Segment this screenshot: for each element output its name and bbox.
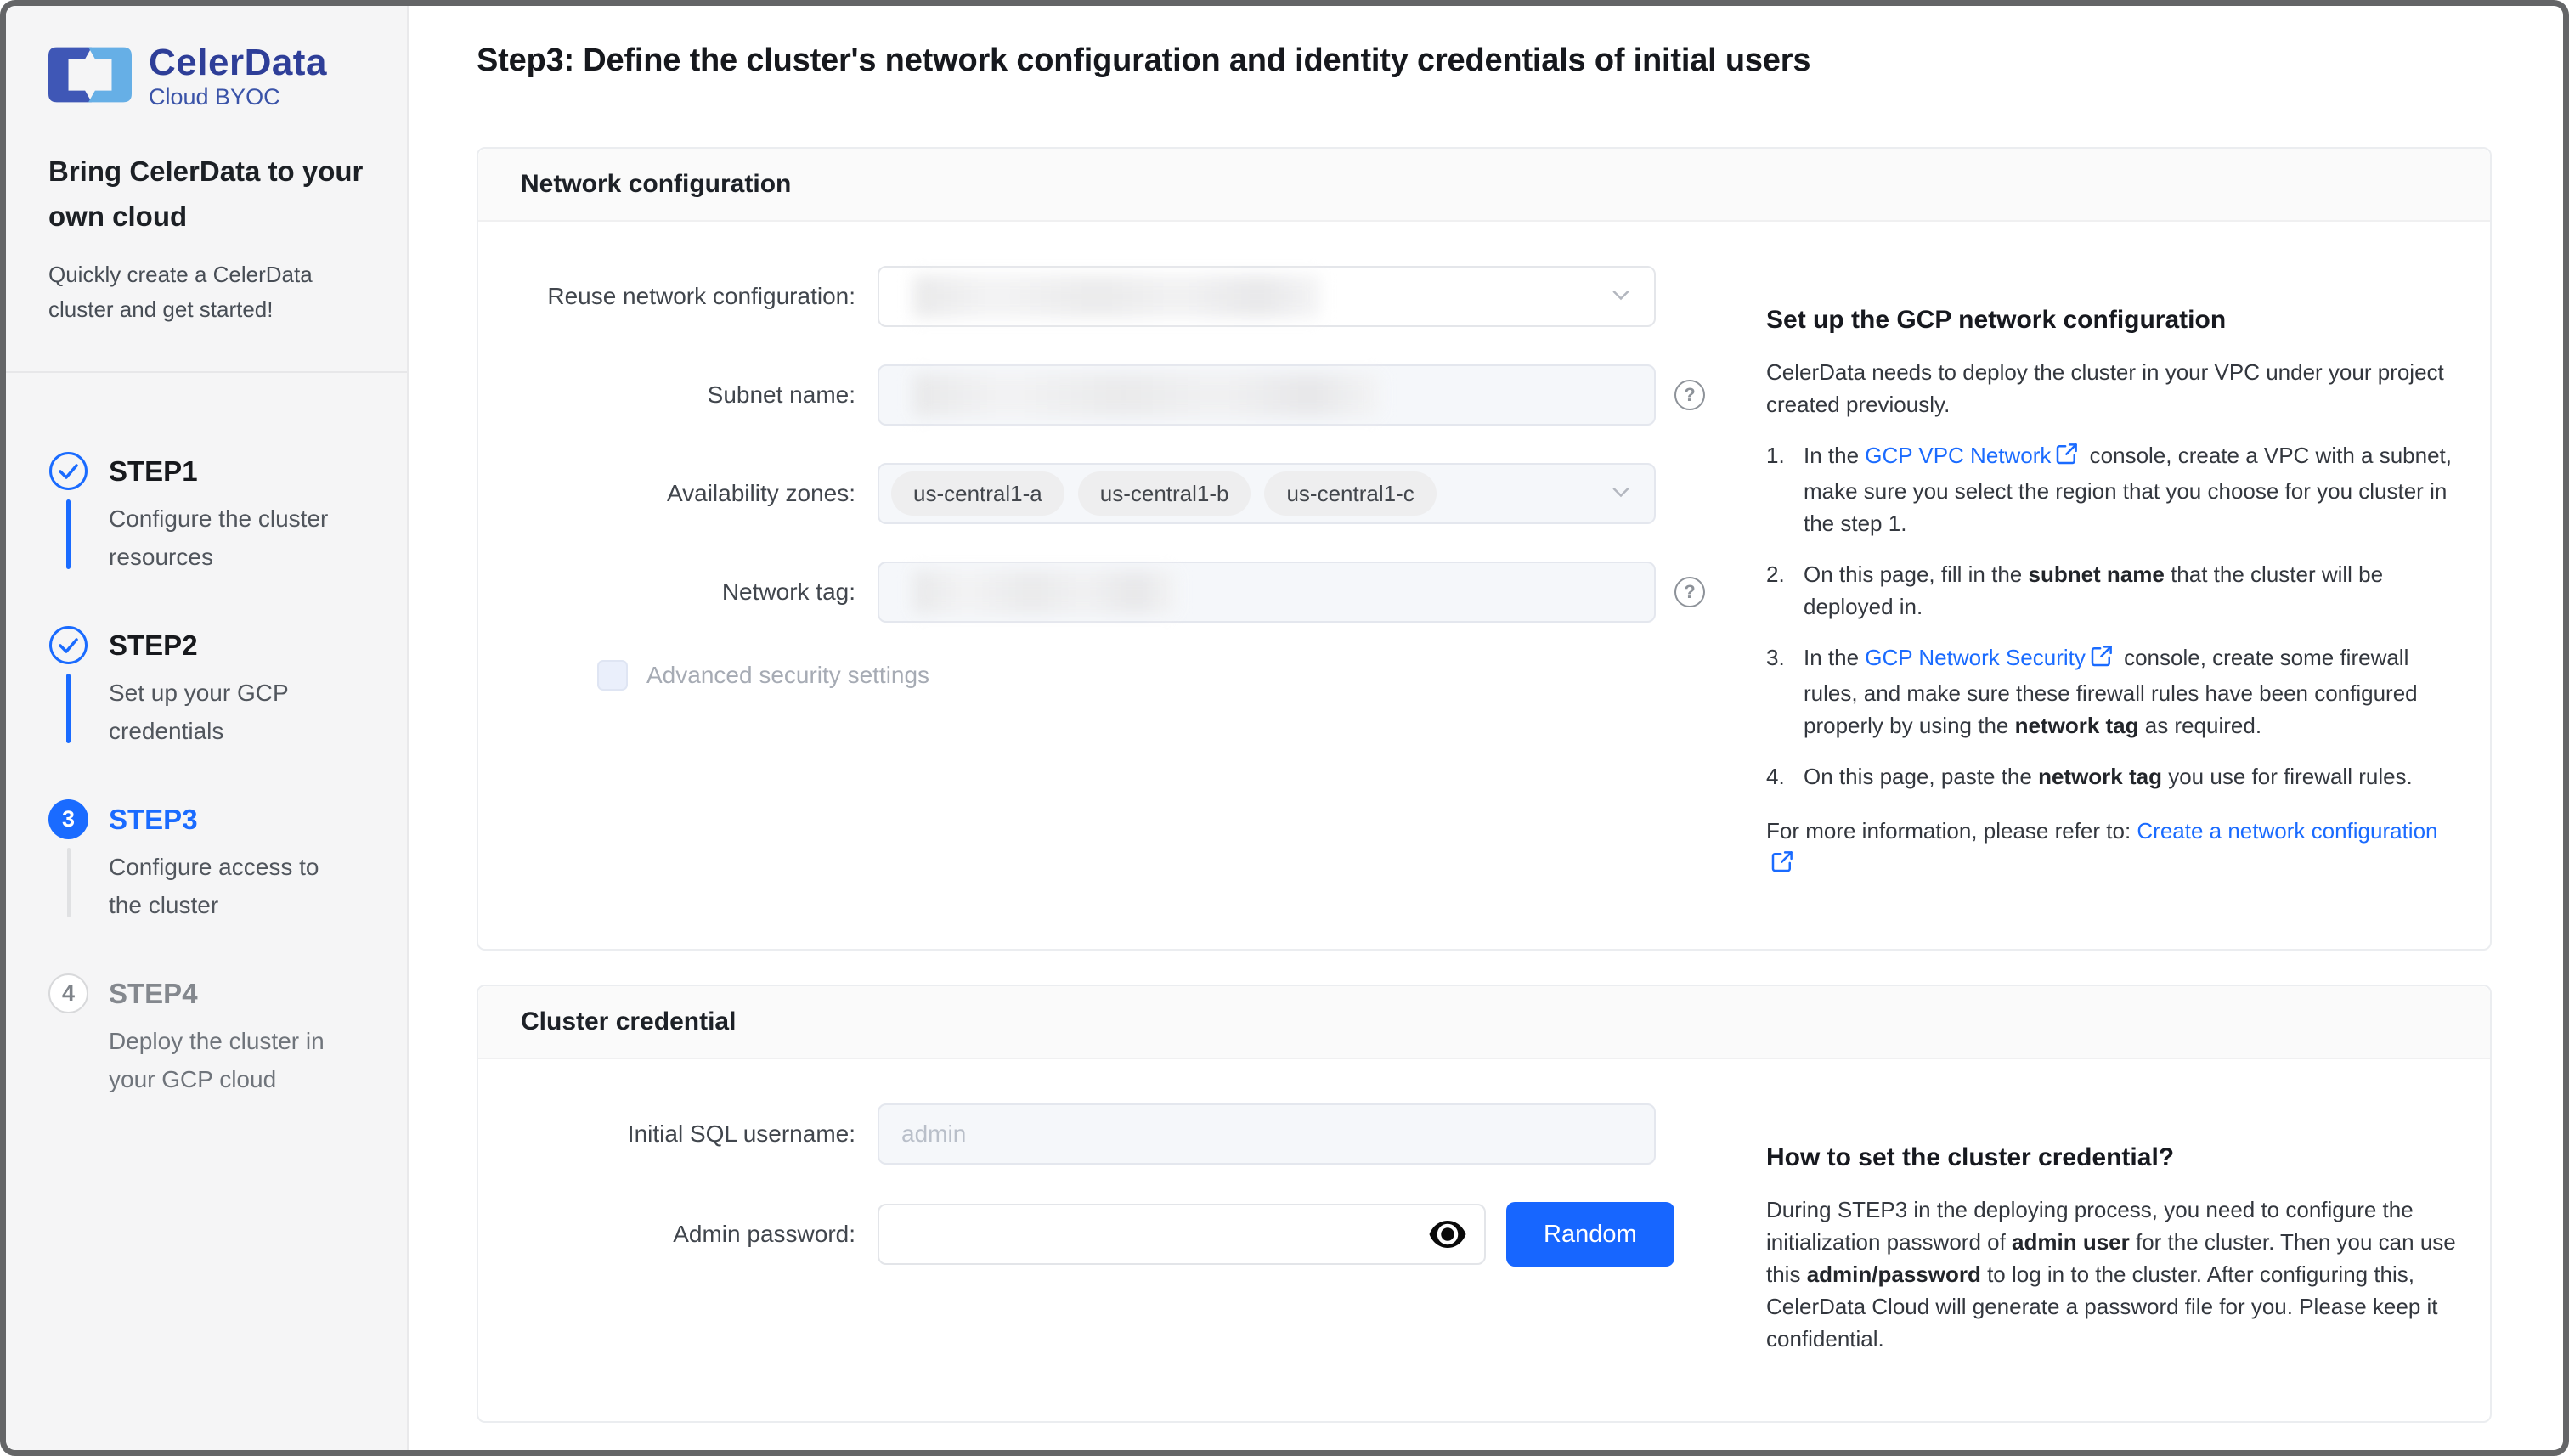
- advanced-security-row: Advanced security settings: [597, 660, 1727, 691]
- external-link-icon: [1770, 854, 1795, 879]
- sidebar-subheading: Quickly create a CelerData cluster and g…: [48, 257, 370, 327]
- network-card-header: Network configuration: [478, 149, 2490, 222]
- step-3-number-badge: 3: [48, 799, 88, 839]
- brand-name: CelerData: [149, 43, 327, 82]
- admin-password-input[interactable]: [879, 1205, 1484, 1263]
- app-window: CelerData Cloud BYOC Bring CelerData to …: [0, 0, 2569, 1456]
- sql-username-field: [878, 1103, 1656, 1165]
- brand-logo: CelerData Cloud BYOC: [48, 43, 370, 110]
- sidebar-divider: [6, 371, 407, 373]
- availability-zones-select[interactable]: us-central1-a us-central1-b us-central1-…: [878, 463, 1656, 524]
- random-password-button[interactable]: Random: [1506, 1202, 1674, 1267]
- chevron-down-icon: [1608, 479, 1634, 509]
- step-4-number-badge: 4: [48, 973, 88, 1013]
- reuse-network-row: Reuse network configuration:: [478, 266, 1727, 327]
- gcp-vpc-network-link[interactable]: GCP VPC Network: [1865, 443, 2051, 468]
- network-help-panel: Set up the GCP network configuration Cel…: [1766, 266, 2456, 901]
- network-help-step-3: 3. In the GCP Network Security console, …: [1766, 641, 2456, 742]
- step-1-description: Configure the cluster resources: [109, 499, 357, 576]
- network-form: Reuse network configuration: Subnet name…: [478, 266, 1727, 901]
- subnet-name-input[interactable]: [878, 364, 1656, 426]
- credential-help-text: During STEP3 in the deploying process, y…: [1766, 1194, 2456, 1355]
- credential-help-panel: How to set the cluster credential? Durin…: [1766, 1103, 2456, 1374]
- network-configuration-card: Network configuration Reuse network conf…: [477, 147, 2492, 951]
- step-connector: [66, 674, 71, 743]
- network-help-footer: For more information, please refer to: C…: [1766, 815, 2456, 883]
- step-item-2: STEP2 Set up your GCP credentials: [48, 625, 370, 799]
- admin-password-field: [878, 1204, 1486, 1265]
- network-help-title: Set up the GCP network configuration: [1766, 303, 2456, 337]
- availability-zones-row: Availability zones: us-central1-a us-cen…: [478, 463, 1727, 524]
- step-4-label: STEP4: [109, 973, 357, 1013]
- redacted-value: [913, 374, 1380, 416]
- external-link-icon: [2054, 446, 2080, 471]
- sql-username-row: Initial SQL username:: [478, 1103, 1727, 1165]
- admin-password-label: Admin password:: [478, 1221, 878, 1248]
- subnet-name-row: Subnet name:: [478, 364, 1727, 426]
- subnet-name-label: Subnet name:: [478, 381, 878, 409]
- step-connector: [66, 499, 71, 569]
- step-2-label: STEP2: [109, 625, 357, 665]
- celerdata-brackets-icon: [48, 47, 132, 107]
- redacted-value: [913, 571, 1177, 613]
- step-connector: [67, 848, 71, 917]
- network-help-intro: CelerData needs to deploy the cluster in…: [1766, 356, 2456, 420]
- step-item-3-current: 3 STEP3 Configure access to the cluster: [48, 799, 370, 973]
- network-tag-label: Network tag:: [478, 578, 878, 606]
- brand-subtitle: Cloud BYOC: [149, 84, 327, 110]
- network-help-step-4: 4. On this page, paste the network tag y…: [1766, 760, 2456, 793]
- question-circle-icon[interactable]: [1674, 577, 1705, 607]
- network-tag-row: Network tag:: [478, 562, 1727, 623]
- step-item-4: 4 STEP4 Deploy the cluster in your GCP c…: [48, 973, 370, 1148]
- create-network-configuration-link[interactable]: Create a network configuration: [2137, 818, 2437, 844]
- redacted-value: [913, 275, 1321, 318]
- eye-icon[interactable]: [1428, 1219, 1467, 1250]
- step-1-label: STEP1: [109, 451, 357, 491]
- reuse-network-select[interactable]: [878, 266, 1656, 327]
- cluster-credential-card: Cluster credential Initial SQL username:…: [477, 985, 2492, 1423]
- question-circle-icon[interactable]: [1674, 380, 1705, 410]
- sql-username-label: Initial SQL username:: [478, 1120, 878, 1148]
- main-content: Step3: Define the cluster's network conf…: [409, 6, 2563, 1450]
- check-circle-icon: [48, 480, 88, 494]
- zone-tag: us-central1-c: [1264, 471, 1436, 516]
- step-4-description: Deploy the cluster in your GCP cloud: [109, 1022, 357, 1098]
- credential-card-header: Cluster credential: [478, 986, 2490, 1059]
- network-tag-input[interactable]: [878, 562, 1656, 623]
- availability-zones-label: Availability zones:: [478, 480, 878, 507]
- step-item-1: STEP1 Configure the cluster resources: [48, 451, 370, 625]
- gcp-network-security-link[interactable]: GCP Network Security: [1865, 645, 2086, 670]
- advanced-security-checkbox[interactable]: [597, 660, 628, 691]
- step-2-description: Set up your GCP credentials: [109, 674, 357, 750]
- onboarding-sidebar: CelerData Cloud BYOC Bring CelerData to …: [6, 6, 409, 1450]
- credential-form: Initial SQL username: Admin password:: [478, 1103, 1727, 1374]
- step-3-label: STEP3: [109, 799, 357, 839]
- network-help-step-2: 2. On this page, fill in the subnet name…: [1766, 558, 2456, 623]
- zone-tag: us-central1-a: [891, 471, 1064, 516]
- check-circle-icon: [48, 654, 88, 669]
- admin-password-row: Admin password: Random: [478, 1202, 1727, 1267]
- sql-username-input[interactable]: [879, 1105, 1654, 1163]
- network-help-step-1: 1. In the GCP VPC Network console, creat…: [1766, 439, 2456, 539]
- external-link-icon: [2089, 648, 2114, 674]
- advanced-security-label: Advanced security settings: [646, 662, 929, 689]
- reuse-network-label: Reuse network configuration:: [478, 283, 878, 310]
- sidebar-heading: Bring CelerData to your own cloud: [48, 149, 370, 239]
- step-3-description: Configure access to the cluster: [109, 848, 357, 924]
- wizard-steps: STEP1 Configure the cluster resources ST: [48, 451, 370, 1148]
- credential-help-title: How to set the cluster credential?: [1766, 1141, 2456, 1175]
- chevron-down-icon: [1608, 282, 1634, 312]
- zone-tag: us-central1-b: [1078, 471, 1251, 516]
- page-title: Step3: Define the cluster's network conf…: [477, 40, 2563, 81]
